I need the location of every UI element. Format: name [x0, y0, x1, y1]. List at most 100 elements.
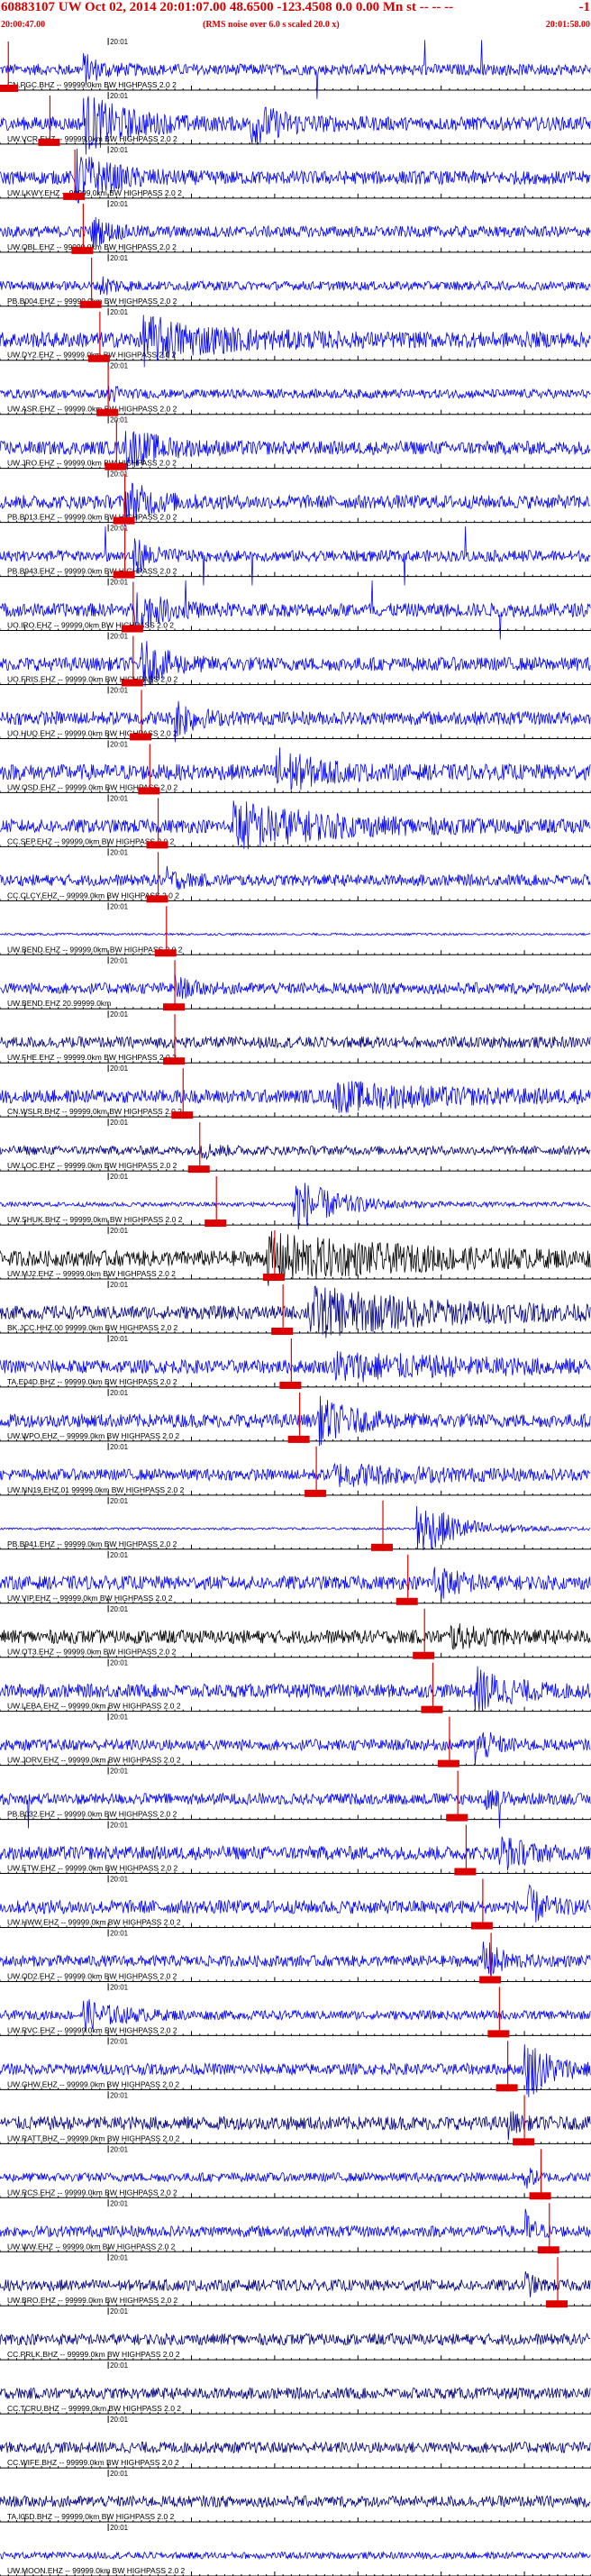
- waveform: [0, 2494, 591, 2508]
- waveform: [0, 96, 591, 155]
- tick-label: 20:01: [110, 1713, 129, 1722]
- station-label: UW.ETW.EHZ -- 99999.0km BW HIGHPASS 2.0 …: [7, 1864, 178, 1873]
- station-label: UW.GHW.EHZ -- 99999.0km BW HIGHPASS 2.0 …: [7, 2079, 179, 2088]
- pick-flag: [454, 1868, 477, 1876]
- waveform: [0, 276, 591, 296]
- pick-flag: [413, 1651, 435, 1659]
- tick-label: 20:01: [110, 2253, 129, 2261]
- station-label: UW.SHUK.BHZ -- 99999.0km BW HIGHPASS 2.0…: [7, 1215, 183, 1224]
- tick-label: 20:01: [110, 1227, 129, 1235]
- waveform: [0, 2332, 591, 2346]
- pick-flag: [121, 679, 143, 687]
- station-label: UW.LEBA.EHZ -- 99999.0km BW HIGHPASS 2.0…: [7, 1702, 181, 1711]
- tick-label: 20:01: [110, 1822, 129, 1830]
- station-label: TA.E04D.BHZ -- 99999.0km BW HIGHPASS 2.0…: [7, 1377, 177, 1386]
- tick-label: 20:01: [110, 1119, 129, 1127]
- pick-flag: [305, 1489, 327, 1497]
- pick-flag: [205, 1219, 227, 1228]
- station-label: UW.JRO.EHZ -- 99999.0km BW HIGHPASS 2.0 …: [7, 459, 177, 468]
- tick-label: 20:01: [110, 1768, 129, 1776]
- station-label: PB.B013.EHZ -- 99999.0km BW HIGHPASS 2.0…: [7, 513, 177, 522]
- seismogram-plot: 20:01 CN.PGC.BHZ -- 99999.0km BW HIGHPASS…: [0, 38, 591, 2576]
- tick-label: 20:01: [110, 146, 129, 154]
- pick-flag: [470, 1922, 493, 1930]
- station-label: PB.B943.EHZ -- 99999.0km BW HIGHPASS 2.0…: [7, 567, 177, 576]
- tick-label: 20:01: [110, 308, 129, 316]
- tick-label: 20:01: [110, 902, 129, 910]
- tick-label: 20:01: [110, 2091, 129, 2099]
- tick-label: 20:01: [110, 1605, 129, 1613]
- waveform: [0, 385, 591, 403]
- tick-label: 20:01: [110, 1659, 129, 1667]
- waveform: [0, 1623, 591, 1650]
- tick-label: 20:01: [110, 2470, 129, 2478]
- tick-label: 20:01: [110, 1173, 129, 1181]
- tick-label: 20:01: [110, 2361, 129, 2370]
- pick-flag: [187, 1165, 210, 1174]
- pick-flag: [138, 787, 160, 795]
- pick-flag: [87, 354, 110, 362]
- waveform: [0, 1035, 591, 1049]
- station-label: UW.VIP.EHZ -- 99999.0km BW HIGHPASS 2.0 …: [7, 1594, 173, 1603]
- pick-flag: [421, 1705, 443, 1713]
- tick-label: 20:01: [110, 2307, 129, 2316]
- station-label: PB.B941.EHZ -- 99999.0km BW HIGHPASS 2.0…: [7, 1539, 177, 1548]
- pick-flag: [396, 1597, 418, 1605]
- plot-header: 60883107 UW Oct 02, 2014 20:01:07.00 48.…: [0, 0, 591, 36]
- station-label: CC.WIFE.BHZ -- 99999.0km BW HIGHPASS 2.0…: [7, 2458, 179, 2467]
- pick-flag: [105, 462, 127, 470]
- pick-flag: [496, 2084, 518, 2092]
- pick-flag: [171, 1111, 194, 1119]
- tick-label: 20:01: [110, 1389, 129, 1397]
- station-label: UW.VCR.EHZ -- 99999.0km BW HIGHPASS 2.0 …: [7, 134, 177, 143]
- tick-label: 20:01: [110, 794, 129, 802]
- station-label: UW.BRO.EHZ -- 99999.0km BW HIGHPASS 2.0 …: [7, 2296, 178, 2305]
- station-label: UW.RCS.EHZ -- 99999.0km BW HIGHPASS 2.0 …: [7, 2188, 177, 2197]
- waveform: [0, 974, 591, 1000]
- station-label: TA.I05D.BHZ -- 99999.0km BW HIGHPASS 2.0…: [7, 2512, 175, 2521]
- tick-label: 20:01: [110, 362, 129, 370]
- station-label: UW.OT3.EHZ -- 99999.0km BW HIGHPASS 2.0 …: [7, 1648, 177, 1657]
- station-label: UW.MJ2.EHZ -- 99999.0km BW HIGHPASS 2.0 …: [7, 1269, 176, 1278]
- pick-flag: [96, 408, 119, 416]
- title-right: -1: [578, 0, 591, 14]
- station-label: UW.RATT.BHZ -- 99999.0km BW HIGHPASS 2.0…: [7, 2133, 180, 2142]
- station-label: UW.NN19.EHZ.01 99999.0km BW HIGHPASS 2.0…: [7, 1485, 185, 1494]
- waveform: [0, 2168, 591, 2189]
- station-label: UW.WW.EHZ -- 99999.0km BW HIGHPASS 2.0 2: [7, 2242, 176, 2251]
- pick-flag: [0, 84, 19, 92]
- pick-flag: [371, 1543, 394, 1551]
- tick-label: 20:01: [110, 2524, 129, 2532]
- pick-flag: [287, 1435, 310, 1443]
- event-title: 60883107 UW Oct 02, 2014 20:01:07.00 48.…: [1, 0, 454, 14]
- tick-label: 20:01: [110, 1010, 129, 1019]
- pick-flag: [79, 300, 102, 308]
- station-label: PB.B032.EHZ -- 99999.0km BW HIGHPASS 2.0…: [7, 1810, 177, 1819]
- tick-label: 20:01: [110, 686, 129, 694]
- tick-label: 20:01: [110, 92, 129, 100]
- pick-flag: [546, 2300, 568, 2308]
- station-label: UW.HWW.EHZ -- 99999.0km BW HIGHPASS 2.0 …: [7, 1918, 181, 1927]
- tick-label: 20:01: [110, 633, 129, 641]
- station-label: UW.LKWY.EHZ -- 99999.0km BW HIGHPASS 2.0…: [7, 188, 182, 197]
- station-label: UO.FRIS.EHZ -- 99999.0km BW HIGHPASS 2.0…: [7, 674, 178, 683]
- tick-label: 20:01: [110, 1983, 129, 1991]
- pick-flag: [479, 1976, 502, 1984]
- pick-flag: [163, 1057, 186, 1065]
- tick-label: 20:01: [110, 1443, 129, 1451]
- station-label: UW.ASR.EHZ -- 99999.0km BW HIGHPASS 2.0 …: [7, 405, 177, 414]
- tick-label: 20:01: [110, 1876, 129, 1884]
- tick-label: 20:01: [110, 2037, 129, 2045]
- pick-flag: [446, 1813, 468, 1822]
- pick-flag: [529, 2192, 551, 2200]
- station-label: UW.RVC.EHZ -- 99999.0km BW HIGHPASS 2.0 …: [7, 2025, 177, 2034]
- tick-label: 20:01: [110, 525, 129, 533]
- tick-label: 20:01: [110, 200, 129, 208]
- station-label: UO.IRO.EHZ -- 99999.0km BW HIGHPASS 2.0 …: [7, 621, 174, 630]
- pick-flag: [537, 2246, 559, 2254]
- pick-flag: [513, 2138, 535, 2146]
- pick-flag: [262, 1274, 285, 1282]
- pick-flag: [146, 841, 168, 849]
- tick-label: 20:01: [110, 38, 129, 46]
- tick-label: 20:01: [110, 956, 129, 964]
